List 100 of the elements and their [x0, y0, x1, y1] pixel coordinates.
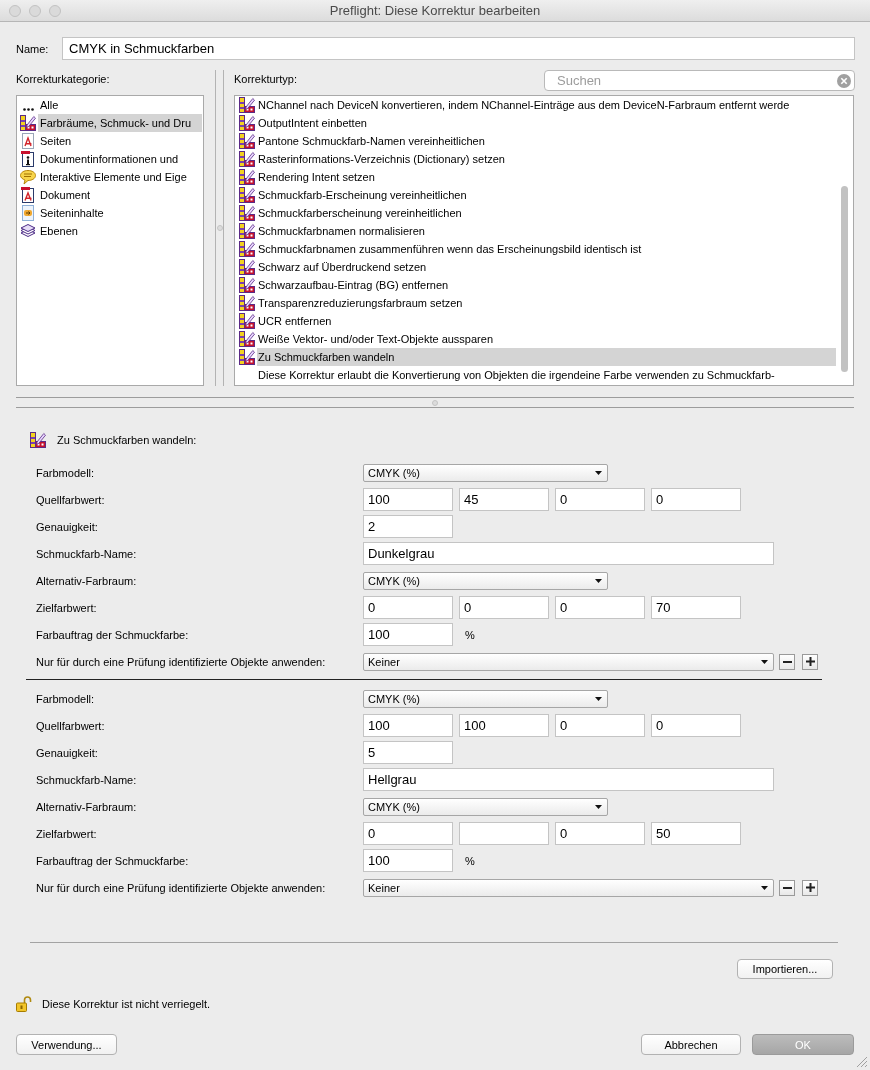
field-label: Schmuckfarb-Name:: [36, 547, 138, 560]
type-item[interactable]: Pantone Schmuckfarb-Namen vereinheitlichen: [257, 132, 836, 150]
field-label: Quellfarbwert:: [36, 719, 106, 732]
type-item[interactable]: Schmuckfarberscheinung vereinheitlichen: [257, 204, 836, 222]
type-item[interactable]: Schwarzaufbau-Eintrag (BG) entfernen: [257, 276, 836, 294]
field-label: Nur für durch eine Prüfung identifizierte Objekte anwenden:: [36, 655, 327, 668]
close-button[interactable]: [9, 4, 21, 17]
swatch-pencil-icon: [239, 169, 255, 185]
type-item[interactable]: Schmuckfarbnamen normalisieren: [257, 222, 836, 240]
value-field[interactable]: 45: [459, 488, 549, 511]
category-item[interactable]: Dokument: [38, 186, 202, 204]
page-content-icon: [20, 205, 36, 221]
value-field[interactable]: 0: [363, 822, 453, 845]
minus-icon: [782, 886, 792, 889]
category-item[interactable]: Dokumentinformationen und: [38, 150, 202, 168]
search-field[interactable]: Suchen: [544, 70, 855, 91]
value-field[interactable]: 0: [651, 488, 741, 511]
type-item[interactable]: OutputIntent einbetten: [257, 114, 836, 132]
field-label: Farbauftrag der Schmuckfarbe:: [36, 628, 190, 641]
type-item[interactable]: Schwarz auf Überdruckend setzen: [257, 258, 836, 276]
swatch-pencil-icon: [239, 277, 255, 293]
scrollbar-thumb[interactable]: [841, 186, 848, 372]
value-field[interactable]: 0: [555, 714, 645, 737]
minus-icon: [782, 660, 792, 663]
caret-icon: [595, 578, 602, 583]
dropdown[interactable]: Keiner: [363, 878, 774, 897]
type-item[interactable]: Zu Schmuckfarben wandeln: [257, 348, 836, 366]
remove-button[interactable]: [779, 653, 795, 670]
value-field[interactable]: [459, 822, 549, 845]
value-field[interactable]: 70: [651, 596, 741, 619]
category-item[interactable]: Ebenen: [38, 222, 202, 240]
dropdown[interactable]: CMYK (%): [363, 571, 608, 590]
category-item[interactable]: Farbräume, Schmuck- und Dru: [38, 114, 202, 132]
value-field[interactable]: 0: [459, 596, 549, 619]
layers-icon: [20, 223, 36, 239]
value-field[interactable]: 0: [555, 488, 645, 511]
resize-grip-icon[interactable]: [857, 1057, 867, 1067]
type-item[interactable]: Schmuckfarb-Erscheinung vereinheitlichen: [257, 186, 836, 204]
remove-button[interactable]: [779, 879, 795, 896]
type-item[interactable]: UCR entfernen: [257, 312, 836, 330]
field-label: Schmuckfarb-Name:: [36, 773, 138, 786]
caret-icon: [595, 696, 602, 701]
dropdown[interactable]: CMYK (%): [363, 797, 608, 816]
cancel-button[interactable]: Abbrechen: [641, 1034, 741, 1055]
swatch-pencil-icon: [239, 295, 255, 311]
type-item[interactable]: Rasterinformations-Verzeichnis (Dictionary) setzen: [257, 150, 836, 168]
minimize-button[interactable]: [29, 4, 41, 17]
dropdown[interactable]: Keiner: [363, 652, 774, 671]
split-handle[interactable]: [216, 225, 223, 231]
field-label: Nur für durch eine Prüfung identifizierte Objekte anwenden:: [36, 881, 327, 894]
type-item[interactable]: Weiße Vektor- und/oder Text-Objekte aussparen: [257, 330, 836, 348]
category-item[interactable]: Interaktive Elemente und Eige: [38, 168, 202, 186]
split-handle[interactable]: [432, 399, 438, 406]
value-field[interactable]: 100: [363, 849, 453, 872]
swatch-pencil-icon: [239, 331, 255, 347]
type-item[interactable]: Schmuckfarbnamen zusammenführen wenn das Erscheinungsbild identisch ist: [257, 240, 836, 258]
value-field[interactable]: 100: [363, 714, 453, 737]
editor-title: Zu Schmuckfarben wandeln:: [57, 434, 197, 446]
text-field[interactable]: Dunkelgrau: [363, 542, 774, 565]
import-button[interactable]: Importieren...: [737, 959, 833, 979]
usage-button[interactable]: Verwendung...: [16, 1034, 117, 1055]
swatch-pencil-icon: [239, 205, 255, 221]
field-label: Quellfarbwert:: [36, 493, 106, 506]
value-field[interactable]: 2: [363, 515, 453, 538]
value-field[interactable]: 100: [363, 488, 453, 511]
caret-icon: [595, 470, 602, 475]
name-field[interactable]: CMYK in Schmuckfarben: [62, 37, 855, 60]
type-item[interactable]: Transparenzreduzierungsfarbraum setzen: [257, 294, 836, 312]
value-field[interactable]: 5: [363, 741, 453, 764]
dropdown[interactable]: CMYK (%): [363, 689, 608, 708]
clear-icon[interactable]: [837, 73, 851, 88]
value-field[interactable]: 0: [363, 596, 453, 619]
type-item[interactable]: Rendering Intent setzen: [257, 168, 836, 186]
value-field[interactable]: 100: [363, 623, 453, 646]
text-field[interactable]: Hellgrau: [363, 768, 774, 791]
dropdown[interactable]: CMYK (%): [363, 463, 608, 482]
type-heading: Korrekturtyp:: [234, 72, 297, 85]
category-item[interactable]: Seiten: [38, 132, 202, 150]
value-field[interactable]: 0: [555, 596, 645, 619]
padlock-icon: [16, 996, 32, 1012]
swatch-pencil-icon: [239, 187, 255, 203]
field-label: Zielfarbwert:: [36, 601, 98, 614]
value-field[interactable]: 0: [555, 822, 645, 845]
type-item[interactable]: NChannel nach DeviceN konvertieren, indem NChannel-Einträge aus dem DeviceN-Farbraum entfernt werde: [257, 96, 836, 114]
value-field[interactable]: 100: [459, 714, 549, 737]
field-label: Farbmodell:: [36, 692, 96, 705]
swatch-pencil-icon: [239, 241, 255, 257]
category-item[interactable]: Seiteninhalte: [38, 204, 202, 222]
add-button[interactable]: [802, 653, 818, 670]
category-item[interactable]: Alle: [38, 96, 202, 114]
zoom-button[interactable]: [49, 4, 61, 17]
swatch-pencil-icon: [239, 259, 255, 275]
speech-bubble-icon: [20, 169, 36, 185]
add-button[interactable]: [802, 879, 818, 896]
field-label: Zielfarbwert:: [36, 827, 98, 840]
value-field[interactable]: 50: [651, 822, 741, 845]
swatch-pencil-icon: [30, 432, 46, 448]
field-label: Genauigkeit:: [36, 746, 99, 759]
value-field[interactable]: 0: [651, 714, 741, 737]
plus-icon: [805, 883, 815, 892]
